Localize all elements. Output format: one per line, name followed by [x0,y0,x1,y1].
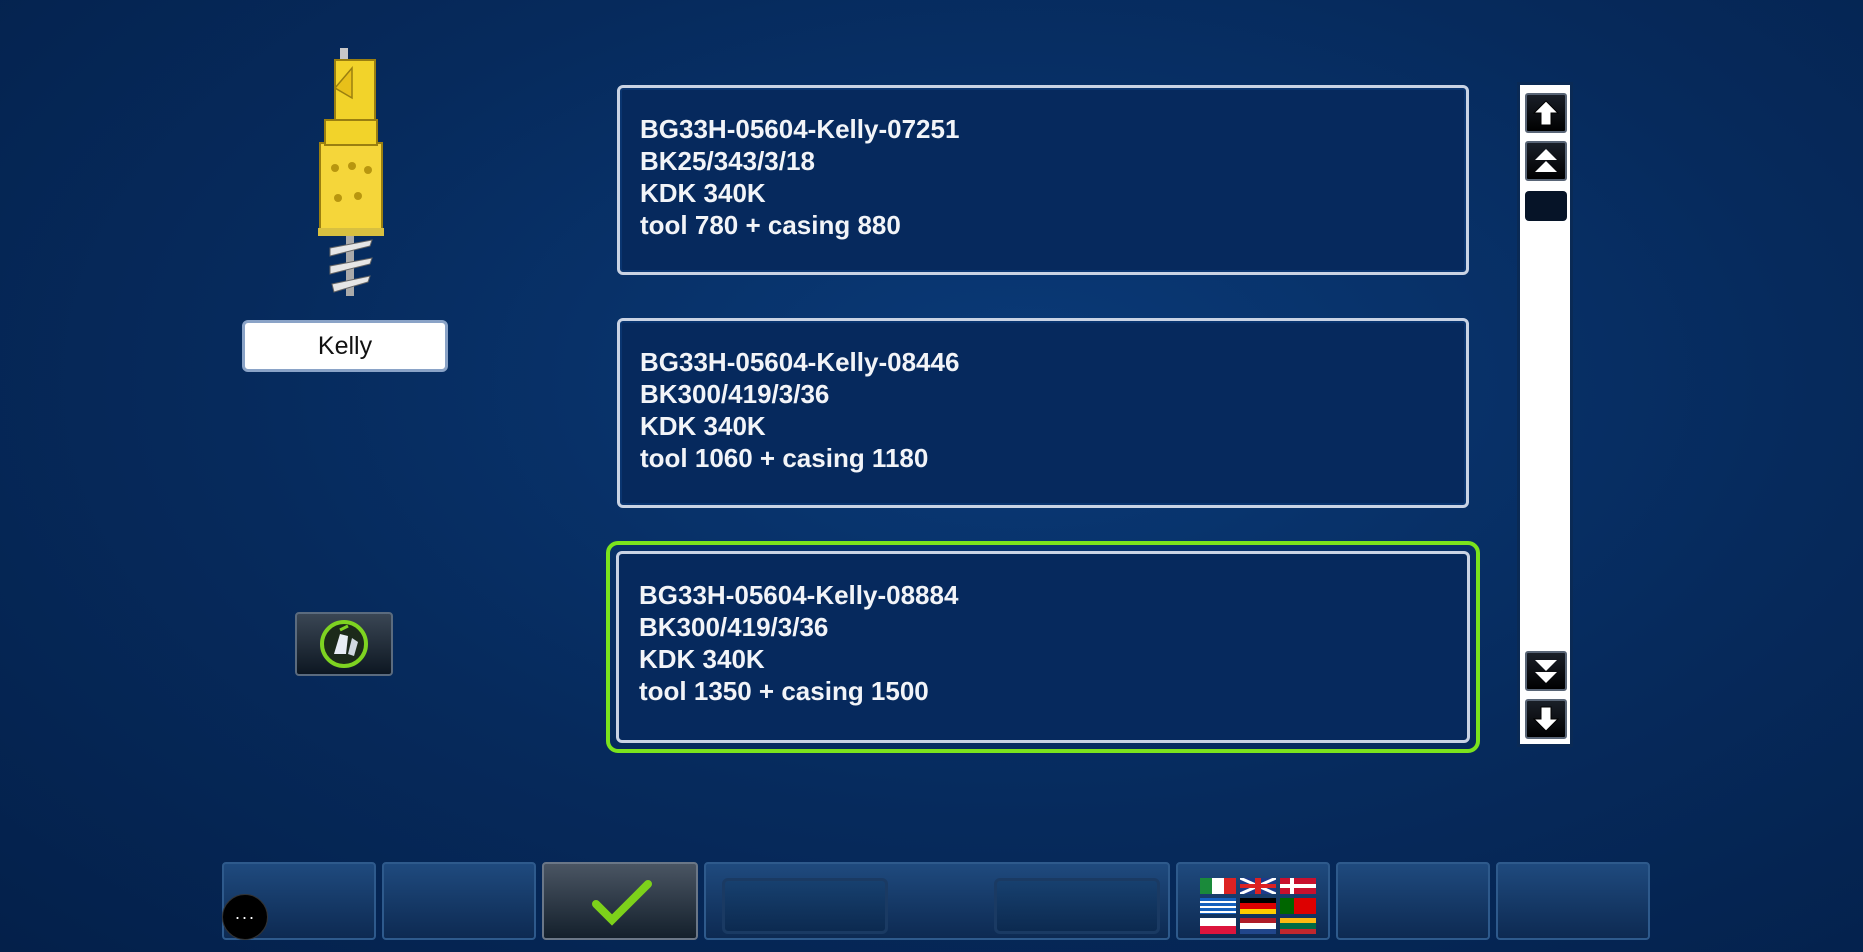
entry-model: KDK 340K [640,178,766,208]
tool-change-button[interactable] [295,612,393,676]
entry-dimensions: tool 1350 + casing 1500 [639,676,929,706]
function-bar [222,862,1656,952]
confirm-button[interactable] [542,862,698,940]
scroll-thumb[interactable] [1525,191,1567,221]
function-key-7[interactable] [1496,862,1650,940]
page-down-button[interactable] [1525,651,1567,691]
list-scrollbar[interactable] [1517,82,1573,747]
tool-type-label: Kelly [242,320,448,372]
entry-title: BG33H-05604-Kelly-08884 [639,580,959,610]
language-button[interactable] [1176,862,1330,940]
double-chevron-down-icon [1535,660,1557,683]
function-key-4-inset-right [994,878,1160,934]
entry-model: KDK 340K [640,411,766,441]
tool-swap-icon [320,620,368,668]
scroll-up-button[interactable] [1525,93,1567,133]
arrow-down-icon [1532,706,1560,732]
tool-entry-1[interactable]: BG33H-05604-Kelly-07251 BK25/343/3/18 KD… [617,85,1469,275]
kelly-tool-icon [318,48,384,296]
entry-title: BG33H-05604-Kelly-08446 [640,347,960,377]
entry-content: BG33H-05604-Kelly-08884 BK300/419/3/36 K… [616,551,1470,743]
more-options-button[interactable]: ··· [222,894,268,940]
entry-model: KDK 340K [639,644,765,674]
entry-code: BK300/419/3/36 [639,612,829,642]
page-up-button[interactable] [1525,141,1567,181]
entry-code: BK25/343/3/18 [640,146,815,176]
entry-dimensions: tool 780 + casing 880 [640,210,901,240]
scroll-down-button[interactable] [1525,699,1567,739]
function-key-4[interactable] [704,862,1170,940]
entry-title: BG33H-05604-Kelly-07251 [640,114,960,144]
ellipsis-icon: ··· [234,906,256,927]
tool-entry-3-selected[interactable]: BG33H-05604-Kelly-08884 BK300/419/3/36 K… [606,541,1480,753]
entry-dimensions: tool 1060 + casing 1180 [640,443,929,473]
double-chevron-up-icon [1535,149,1557,172]
function-key-2[interactable] [382,862,536,940]
checkmark-icon [592,880,652,926]
tool-entry-2[interactable]: BG33H-05604-Kelly-08446 BK300/419/3/36 K… [617,318,1469,508]
function-key-6[interactable] [1336,862,1490,940]
function-key-4-inset-left [722,878,888,934]
arrow-up-icon [1532,100,1560,126]
entry-code: BK300/419/3/36 [640,379,830,409]
